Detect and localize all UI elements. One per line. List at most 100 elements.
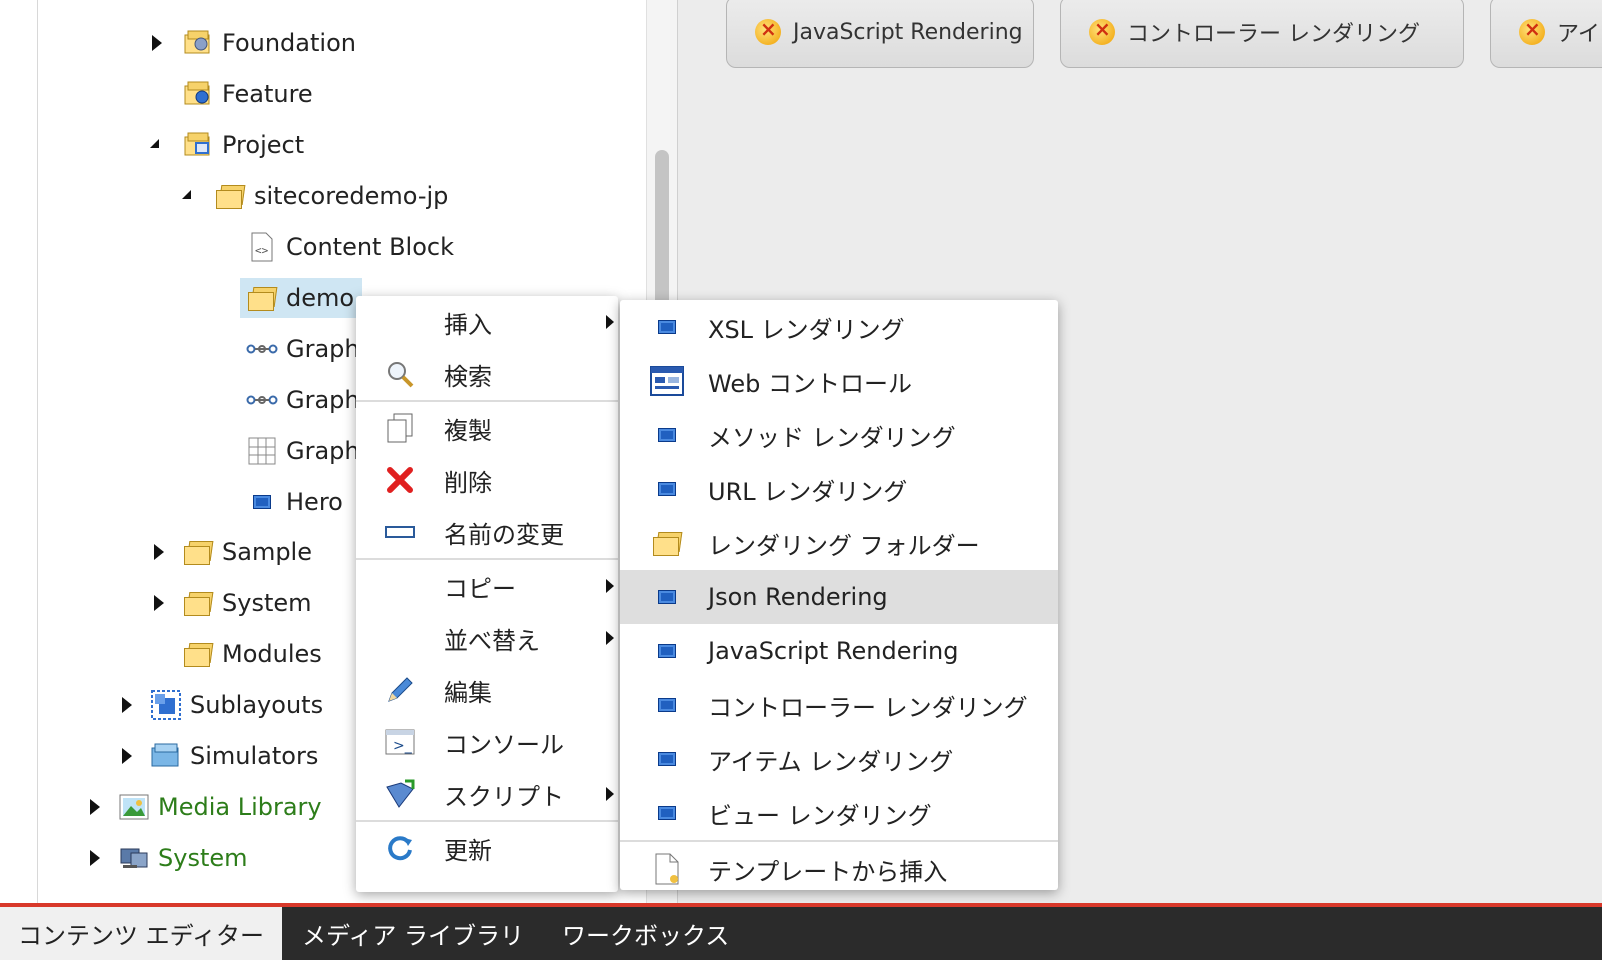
menu-item-insert[interactable]: 挿入 bbox=[356, 296, 618, 348]
insert-option-label: アイ bbox=[1557, 22, 1600, 47]
menu-item-label: 並べ替え bbox=[444, 626, 540, 655]
tree-item-graph-3[interactable]: Graph bbox=[246, 431, 360, 471]
graph-link-icon bbox=[246, 333, 278, 365]
insert-method-rendering[interactable]: メソッド レンダリング bbox=[620, 408, 1058, 462]
collapse-arrow-icon[interactable] bbox=[182, 190, 191, 199]
expand-arrow-icon[interactable] bbox=[154, 595, 164, 611]
tree-item-renderings-clipped[interactable] bbox=[150, 0, 190, 18]
tree-item-hero[interactable]: Hero bbox=[246, 482, 343, 522]
search-icon bbox=[384, 358, 416, 390]
tree-item-label: Modules bbox=[222, 640, 322, 668]
expand-arrow-icon[interactable] bbox=[90, 799, 100, 815]
folder-icon bbox=[182, 587, 214, 619]
rendering-icon bbox=[246, 486, 278, 518]
rendering-icon bbox=[650, 634, 684, 668]
menu-item-rename[interactable]: 名前の変更 bbox=[356, 506, 618, 558]
tree-item-graph-1[interactable]: Graph bbox=[246, 329, 360, 369]
menu-item-label: 名前の変更 bbox=[444, 520, 564, 549]
rendering-icon bbox=[650, 418, 684, 452]
insert-controller-rendering[interactable]: コントローラー レンダリング bbox=[620, 678, 1058, 732]
duplicate-icon bbox=[384, 412, 416, 444]
grid-icon bbox=[246, 435, 278, 467]
tree-item-label: System bbox=[222, 589, 312, 617]
tree-item-label: Simulators bbox=[190, 742, 319, 770]
expand-arrow-icon[interactable] bbox=[122, 748, 132, 764]
menu-item-delete[interactable]: 削除 bbox=[356, 454, 618, 506]
tree-item-modules[interactable]: Modules bbox=[182, 634, 322, 674]
rendering-insert-icon bbox=[1519, 17, 1545, 45]
tree-item-sitecoredemo-jp[interactable]: sitecoredemo-jp bbox=[182, 176, 448, 216]
tree-item-label: Sublayouts bbox=[190, 691, 324, 719]
submenu-item-label: Web コントロール bbox=[708, 369, 912, 398]
expand-arrow-icon[interactable] bbox=[154, 544, 164, 560]
menu-item-copy[interactable]: コピー bbox=[356, 560, 618, 612]
folder-icon bbox=[214, 180, 246, 212]
tree-item-label: Graph bbox=[286, 386, 360, 414]
folder-icon bbox=[182, 638, 214, 670]
expand-arrow-icon[interactable] bbox=[122, 697, 132, 713]
tree-item-content-block[interactable]: <> Content Block bbox=[246, 227, 454, 267]
submenu-item-label: JavaScript Rendering bbox=[708, 637, 959, 665]
submenu-item-label: アイテム レンダリング bbox=[708, 747, 954, 776]
tree-item-system-root[interactable]: System bbox=[86, 838, 248, 878]
rename-icon bbox=[384, 516, 416, 548]
submenu-item-label: テンプレートから挿入 bbox=[708, 857, 948, 886]
tree-item-sample[interactable]: Sample bbox=[150, 532, 312, 572]
expand-arrow-icon[interactable] bbox=[152, 35, 162, 51]
tree-item-project[interactable]: Project bbox=[150, 125, 304, 165]
submenu-item-label: XSL レンダリング bbox=[708, 315, 905, 344]
folder-icon bbox=[246, 282, 278, 314]
menu-item-label: 複製 bbox=[444, 416, 492, 445]
insert-submenu: XSL レンダリング Web コントロール メソッド レンダリング URL レン… bbox=[620, 300, 1058, 890]
insert-web-control[interactable]: Web コントロール bbox=[620, 354, 1058, 408]
tab-media-library[interactable]: メディア ライブラリ bbox=[302, 907, 524, 960]
insert-rendering-folder[interactable]: レンダリング フォルダー bbox=[620, 516, 1058, 570]
tree-item-label: Media Library bbox=[158, 793, 322, 821]
folder-icon bbox=[650, 526, 684, 560]
insert-view-rendering[interactable]: ビュー レンダリング bbox=[620, 786, 1058, 840]
submenu-item-label: レンダリング フォルダー bbox=[708, 531, 980, 560]
rendering-icon bbox=[650, 580, 684, 614]
insert-option-javascript-rendering[interactable]: JavaScript Rendering bbox=[726, 0, 1034, 68]
insert-url-rendering[interactable]: URL レンダリング bbox=[620, 462, 1058, 516]
menu-item-duplicate[interactable]: 複製 bbox=[356, 402, 618, 454]
tree-item-foundation[interactable]: Foundation bbox=[150, 23, 356, 63]
tree-item-label: Sample bbox=[222, 538, 312, 566]
tree-item-media-library[interactable]: Media Library bbox=[86, 787, 322, 827]
tree-item-system[interactable]: System bbox=[150, 583, 312, 623]
insert-option-item-rendering[interactable]: アイ bbox=[1490, 0, 1602, 68]
tree-item-demo[interactable]: demo bbox=[240, 278, 362, 318]
submenu-arrow-icon bbox=[606, 631, 614, 645]
menu-item-search[interactable]: 検索 bbox=[356, 348, 618, 400]
tree-item-simulators[interactable]: Simulators bbox=[118, 736, 318, 776]
menu-item-label: 編集 bbox=[444, 678, 492, 707]
menu-item-script[interactable]: スクリプト bbox=[356, 768, 618, 820]
insert-option-controller-rendering[interactable]: コントローラー レンダリング bbox=[1060, 0, 1464, 68]
insert-xsl-rendering[interactable]: XSL レンダリング bbox=[620, 300, 1058, 354]
svg-text:<>: <> bbox=[255, 244, 269, 257]
insert-json-rendering[interactable]: Json Rendering bbox=[620, 570, 1058, 624]
tree-item-feature[interactable]: Feature bbox=[182, 74, 313, 114]
menu-item-label: 削除 bbox=[444, 468, 492, 497]
menu-item-refresh[interactable]: 更新 bbox=[356, 822, 618, 874]
insert-item-rendering[interactable]: アイテム レンダリング bbox=[620, 732, 1058, 786]
simulators-folder-icon bbox=[150, 740, 182, 772]
bottom-app-bar: コンテンツ エディター メディア ライブラリ ワークボックス bbox=[0, 903, 1602, 960]
project-folder-icon bbox=[182, 129, 214, 161]
system-icon bbox=[118, 842, 150, 874]
tab-content-editor[interactable]: コンテンツ エディター bbox=[0, 907, 282, 960]
expand-arrow-icon[interactable] bbox=[90, 850, 100, 866]
tree-item-label: Foundation bbox=[222, 29, 356, 57]
tab-workbox[interactable]: ワークボックス bbox=[562, 907, 729, 960]
insert-javascript-rendering[interactable]: JavaScript Rendering bbox=[620, 624, 1058, 678]
menu-item-sort[interactable]: 並べ替え bbox=[356, 612, 618, 664]
menu-item-edit[interactable]: 編集 bbox=[356, 664, 618, 716]
tab-label: コンテンツ エディター bbox=[18, 922, 264, 950]
rendering-icon bbox=[650, 742, 684, 776]
tree-item-sublayouts[interactable]: Sublayouts bbox=[118, 685, 323, 725]
tree-item-graph-2[interactable]: Graph bbox=[246, 380, 360, 420]
insert-from-template[interactable]: テンプレートから挿入 bbox=[620, 842, 1058, 896]
rendering-insert-icon bbox=[755, 17, 781, 45]
menu-item-console[interactable]: >_ コンソール bbox=[356, 716, 618, 768]
collapse-arrow-icon[interactable] bbox=[150, 139, 159, 148]
